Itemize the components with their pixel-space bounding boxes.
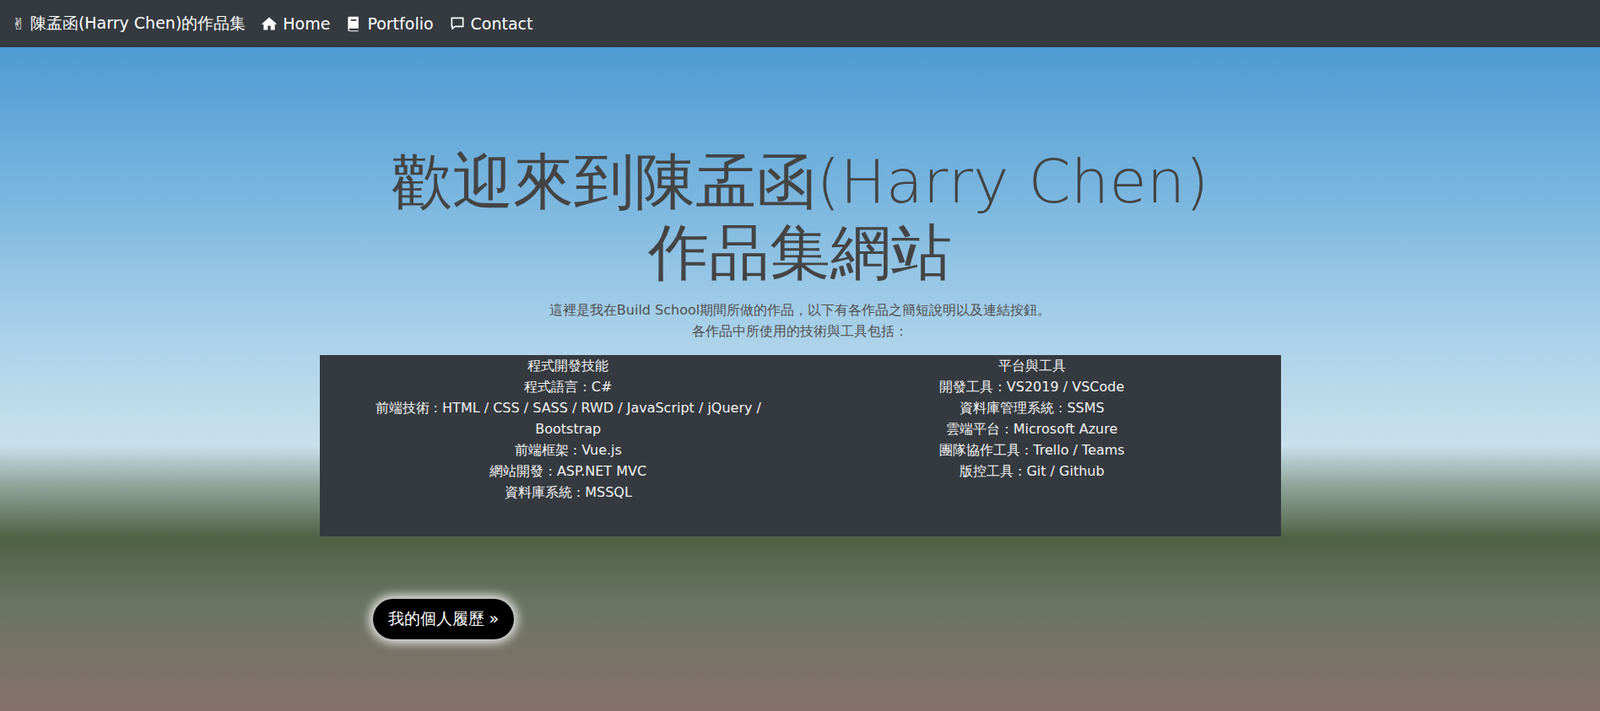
nav-link[interactable]: Contact (448, 14, 534, 33)
column-heading: 程式開發技能 (353, 355, 784, 377)
navbar: ✌ 陳孟函(Harry Chen)的作品集 Home Portfolio Con… (0, 0, 1600, 48)
book-icon (345, 15, 363, 33)
nav-link[interactable]: Portfolio (345, 14, 433, 33)
intro-line: 各作品中所使用的技術與工具包括： (319, 320, 1282, 342)
skill-item: 前端框架 : Vue.js (353, 439, 784, 461)
nav-link-label: Home (282, 14, 330, 33)
skills-panel: 程式開發技能 程式語言 : C#前端技術 : HTML / CSS / SASS… (319, 355, 1282, 537)
button-row: 我的個人履歷 » (319, 599, 1282, 640)
page: ✌ 陳孟函(Harry Chen)的作品集 Home Portfolio Con… (0, 0, 1600, 711)
hero-title-line: 歡迎來到陳孟函(Harry Chen) (319, 145, 1282, 217)
skills-column: 平台與工具 開發工具 : VS2019 / VSCode資料庫管理系統 : SS… (816, 355, 1248, 503)
skill-item: 資料庫管理系統 : SSMS (816, 397, 1248, 419)
comment-icon (448, 15, 466, 33)
hero-photo: 歡迎來到陳孟函(Harry Chen)作品集網站 這裡是我在Build Scho… (0, 47, 1600, 711)
skill-item: 程式語言 : C# (353, 376, 784, 398)
resume-button[interactable]: 我的個人履歷 » (372, 599, 515, 640)
hero-content: 歡迎來到陳孟函(Harry Chen)作品集網站 這裡是我在Build Scho… (319, 47, 1282, 640)
nav-link-label: Contact (470, 14, 534, 33)
brand-text: 陳孟函(Harry Chen)的作品集 (30, 12, 246, 35)
skills-column: 程式開發技能 程式語言 : C#前端技術 : HTML / CSS / SASS… (353, 355, 784, 503)
skill-item: 資料庫系統 : MSSQL (353, 481, 784, 503)
hero-intro: 這裡是我在Build School期間所做的作品，以下有各作品之簡短說明以及連結… (319, 299, 1282, 342)
peace-hand-icon: ✌ (11, 14, 26, 33)
skill-item: 版控工具 : Git / Github (816, 460, 1248, 482)
skill-item: 團隊協作工具 : Trello / Teams (816, 439, 1248, 461)
brand-link[interactable]: ✌ 陳孟函(Harry Chen)的作品集 (11, 12, 246, 35)
intro-line: 這裡是我在Build School期間所做的作品，以下有各作品之簡短說明以及連結… (319, 299, 1282, 321)
column-heading: 平台與工具 (816, 355, 1248, 377)
home-icon (260, 15, 278, 33)
skill-item: 開發工具 : VS2019 / VSCode (816, 376, 1248, 398)
nav-link[interactable]: Home (260, 14, 330, 33)
skill-item: 前端技術 : HTML / CSS / SASS / RWD / JavaScr… (353, 397, 784, 440)
skill-item: 網站開發 : ASP.NET MVC (353, 460, 784, 482)
skill-item: 雲端平台 : Microsoft Azure (816, 418, 1248, 440)
nav-link-label: Portfolio (367, 14, 433, 33)
hero-title-line: 作品集網站 (319, 216, 1282, 288)
hero-title: 歡迎來到陳孟函(Harry Chen)作品集網站 (319, 145, 1282, 288)
